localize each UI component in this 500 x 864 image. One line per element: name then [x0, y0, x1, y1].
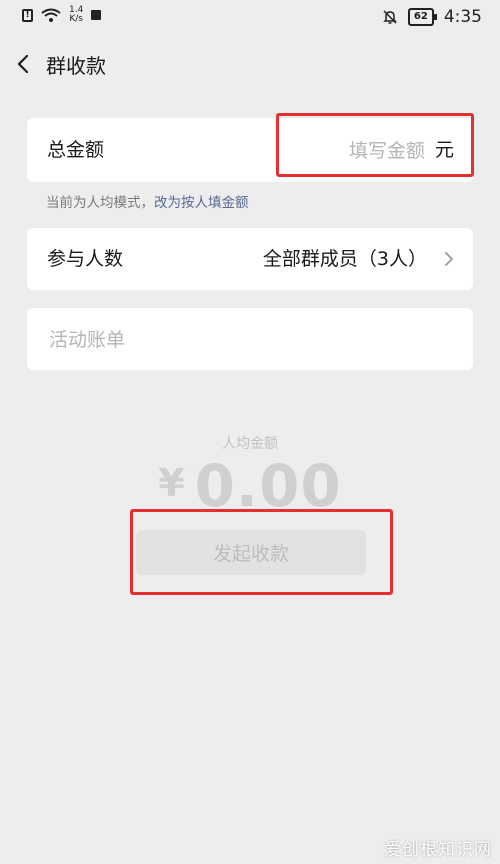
header: 群收款	[0, 42, 500, 86]
mode-hint-text: 当前为人均模式，	[46, 195, 154, 211]
status-right: 62 4:35	[382, 7, 482, 27]
watermark: 爱创根知识网	[384, 840, 492, 860]
activity-bill-card	[27, 308, 473, 370]
participants-label: 参与人数	[47, 248, 124, 270]
bell-off-icon	[383, 10, 397, 24]
back-arrow-icon[interactable]	[10, 50, 38, 78]
notification-icon	[91, 10, 102, 20]
chevron-right-icon	[445, 252, 454, 266]
mode-hint: 当前为人均模式，改为按人填金额	[46, 191, 249, 211]
switch-mode-link[interactable]: 改为按人填金额	[154, 195, 249, 211]
wifi-icon	[41, 8, 61, 22]
highlight-box-amount	[276, 113, 474, 177]
status-time: 4:35	[443, 7, 482, 27]
network-speed: 1.4 K/s	[69, 6, 83, 24]
page-title: 群收款	[46, 54, 106, 78]
total-amount-label: 总金额	[47, 139, 105, 161]
status-bar: ! 1.4 K/s 62 4:35	[0, 0, 500, 34]
participants-value: 全部群成员（3人）	[262, 248, 427, 270]
network-speed-unit: K/s	[69, 14, 83, 24]
alert-icon: !	[22, 8, 33, 22]
battery-indicator: 62	[407, 8, 437, 26]
per-person-label: 人均金额	[222, 436, 278, 452]
participants-row[interactable]: 参与人数 全部群成员（3人）	[27, 228, 473, 290]
yen-symbol: ¥	[158, 461, 185, 505]
activity-bill-input[interactable]	[47, 320, 451, 360]
status-left: ! 1.4 K/s	[22, 6, 102, 24]
highlight-box-button	[130, 509, 393, 595]
